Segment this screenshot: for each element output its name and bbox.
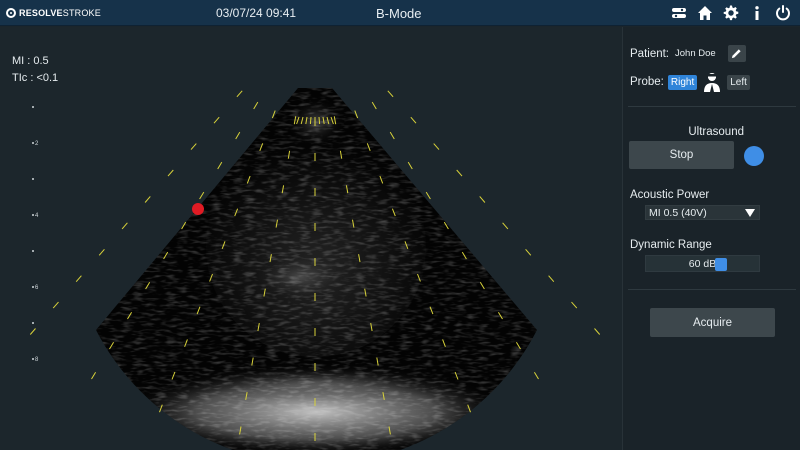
probe-left-button[interactable]: Left bbox=[727, 74, 750, 90]
depth-tick-mark bbox=[213, 116, 220, 124]
ultrasound-image[interactable] bbox=[0, 27, 622, 450]
apex-tick-mark bbox=[309, 116, 312, 125]
depth-tick-mark bbox=[425, 191, 431, 200]
dropdown-arrow-icon bbox=[745, 209, 755, 217]
probe-right-button[interactable]: Right bbox=[667, 74, 698, 90]
apex-tick-mark bbox=[318, 116, 321, 125]
pencil-icon bbox=[732, 49, 741, 59]
depth-tick-mark bbox=[235, 131, 241, 140]
gear-icon[interactable] bbox=[722, 4, 740, 22]
depth-tick-mark bbox=[144, 196, 151, 203]
dynamic-range-value: 60 dB bbox=[688, 258, 717, 270]
depth-tick-mark bbox=[29, 328, 36, 335]
depth-tick-mark bbox=[52, 301, 59, 309]
control-panel: Patient: John Doe Probe: Right Left Ultr… bbox=[622, 27, 800, 450]
depth-tick-mark bbox=[167, 169, 174, 177]
imaging-area[interactable]: MI : 0.5 TIc : <0.1 2468 bbox=[0, 27, 622, 450]
depth-tick-mark bbox=[407, 161, 413, 170]
depth-tick-mark bbox=[479, 196, 486, 203]
patient-row: Patient: John Doe bbox=[630, 45, 746, 62]
depth-tick-mark bbox=[121, 222, 128, 230]
logo-text-thin: STROKE bbox=[62, 8, 101, 18]
dynamic-range-slider[interactable]: 60 dB bbox=[645, 255, 760, 272]
patient-name: John Doe bbox=[675, 48, 716, 59]
divider bbox=[628, 289, 796, 290]
patient-label: Patient: bbox=[630, 47, 669, 60]
power-icon[interactable] bbox=[774, 4, 792, 22]
depth-tick-mark bbox=[371, 101, 377, 110]
dynamic-range-thumb[interactable] bbox=[715, 258, 727, 271]
depth-tick-mark bbox=[433, 143, 440, 150]
acoustic-power-label: Acoustic Power bbox=[630, 189, 710, 201]
depth-tick-mark bbox=[456, 169, 463, 177]
logo-text-bold: RESOLVE bbox=[19, 8, 63, 18]
info-icon[interactable] bbox=[748, 4, 766, 22]
depth-tick-mark bbox=[217, 161, 223, 170]
depth-tick-mark bbox=[75, 275, 82, 283]
depth-tick-mark bbox=[502, 222, 509, 230]
depth-tick-mark bbox=[387, 90, 394, 98]
toggle-icon[interactable] bbox=[670, 4, 688, 22]
depth-tick-mark bbox=[525, 248, 532, 256]
divider bbox=[628, 106, 796, 107]
acoustic-power-select[interactable]: MI 0.5 (40V) bbox=[645, 205, 760, 220]
ultrasound-sector bbox=[96, 88, 537, 450]
ultrasound-title: Ultrasound bbox=[688, 126, 744, 138]
acquire-button[interactable]: Acquire bbox=[650, 308, 775, 337]
depth-tick-mark bbox=[98, 248, 105, 256]
depth-tick-mark bbox=[571, 301, 578, 309]
ultrasound-status-indicator bbox=[744, 146, 764, 166]
depth-tick-mark bbox=[533, 371, 539, 380]
probe-row: Probe: Right Left bbox=[630, 71, 750, 93]
edit-patient-button[interactable] bbox=[727, 45, 746, 62]
top-toolbar bbox=[670, 4, 792, 22]
home-icon[interactable] bbox=[696, 4, 714, 22]
depth-tick-mark bbox=[548, 275, 555, 283]
app-logo: RESOLVESTROKE bbox=[6, 5, 101, 21]
operator-icon bbox=[701, 71, 723, 93]
depth-tick-mark bbox=[389, 131, 395, 140]
datetime: 03/07/24 09:41 bbox=[216, 6, 297, 20]
depth-tick-mark bbox=[253, 101, 259, 110]
logo-icon bbox=[6, 8, 16, 18]
stop-button[interactable]: Stop bbox=[629, 141, 734, 169]
top-bar: RESOLVESTROKE 03/07/24 09:41 B-Mode bbox=[0, 0, 800, 26]
depth-tick-mark bbox=[190, 143, 197, 150]
probe-label: Probe: bbox=[630, 76, 664, 88]
mode-title: B-Mode bbox=[376, 6, 422, 21]
dynamic-range-label: Dynamic Range bbox=[630, 239, 712, 251]
depth-tick-mark bbox=[199, 191, 205, 200]
acoustic-power-value: MI 0.5 (40V) bbox=[649, 206, 707, 219]
depth-tick-mark bbox=[410, 116, 417, 124]
depth-tick-mark bbox=[594, 328, 601, 335]
focus-marker[interactable] bbox=[192, 203, 204, 215]
depth-tick-mark bbox=[236, 90, 243, 98]
depth-tick-mark bbox=[91, 371, 97, 380]
